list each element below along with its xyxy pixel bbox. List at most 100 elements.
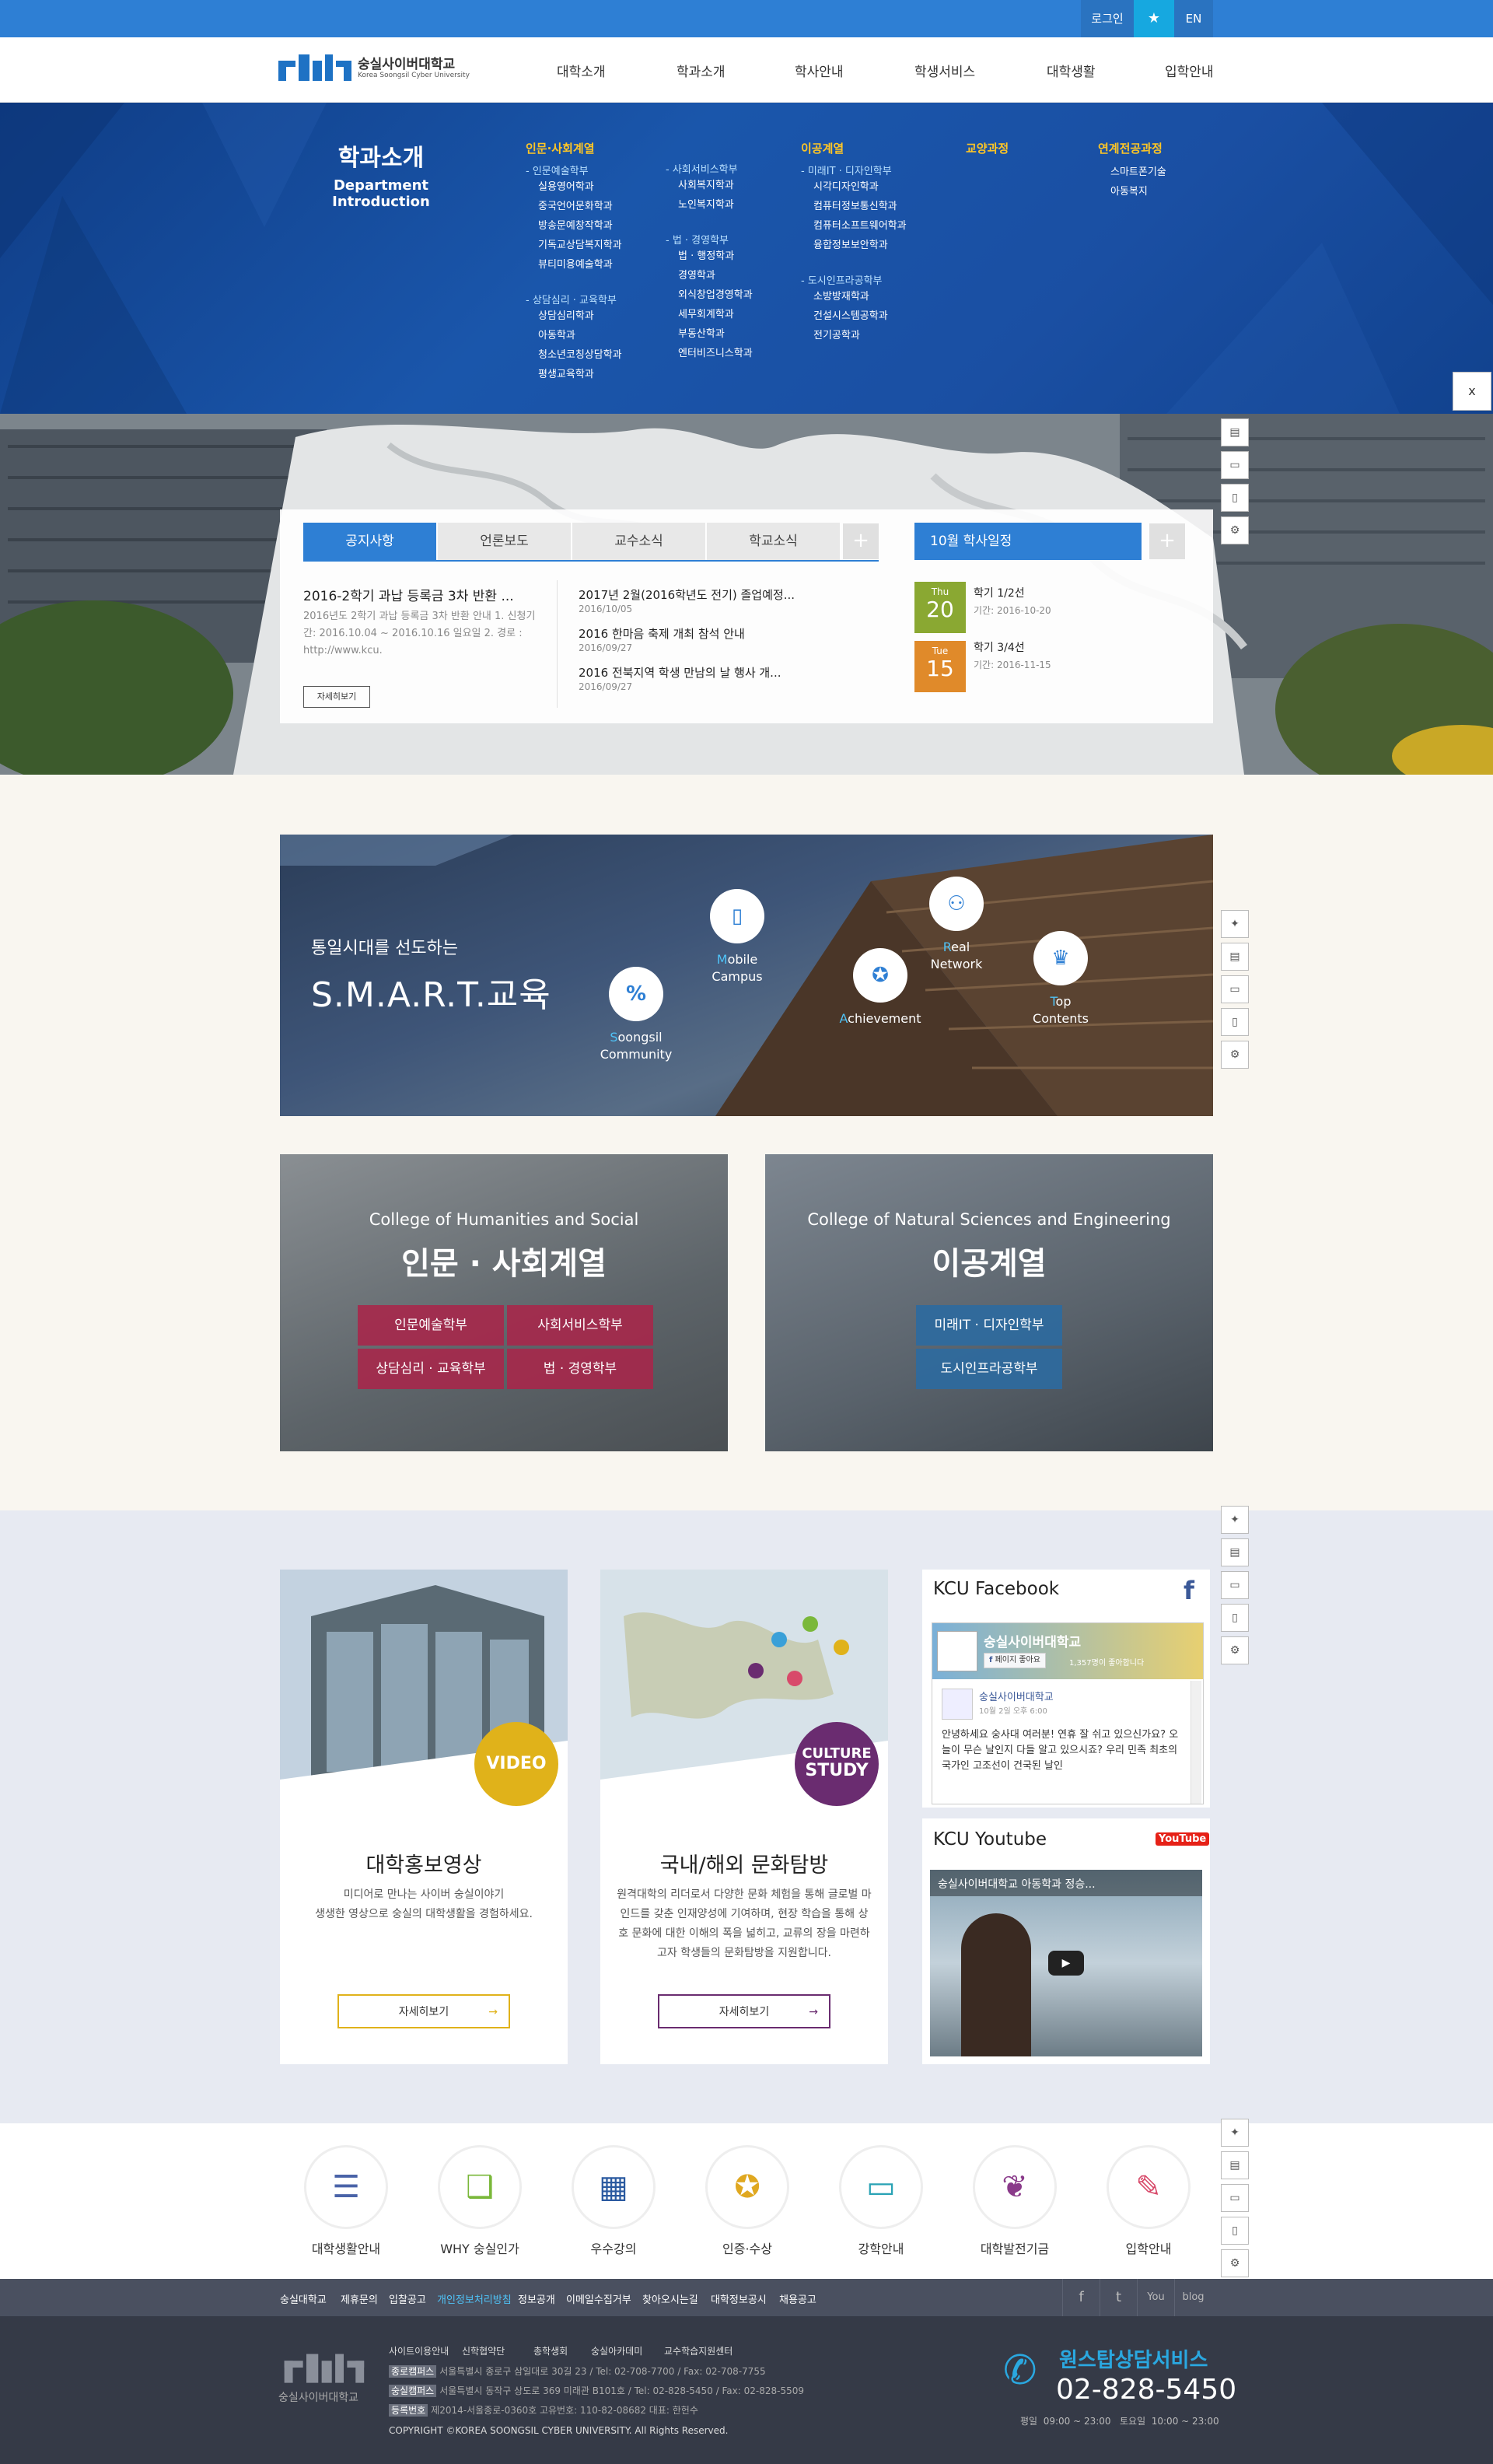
mega-group-heading[interactable]: - 사회서비스학부: [666, 161, 806, 176]
notice-item-title[interactable]: 2017년 2월(2016학년도 전기) 졸업예정...: [579, 586, 795, 603]
tab-press[interactable]: 언론보도: [438, 523, 572, 560]
youtube-video-player[interactable]: 숭실사이버대학교 아동학과 정승... ▶: [930, 1870, 1202, 2056]
footer-site-link[interactable]: 교수학습지원센터: [664, 2344, 733, 2357]
nav-student-services[interactable]: 학생서비스: [914, 61, 975, 80]
facebook-embed[interactable]: 숭실사이버대학교 f 페이지 좋아요 1,357명이 좋아합니다 숭실사이버대학…: [932, 1622, 1204, 1804]
side-mobile-button[interactable]: ▯: [1221, 484, 1249, 512]
smart-item[interactable]: % Soongsil Community: [589, 967, 683, 1063]
mega-menu-item[interactable]: 외식창업경영학과: [666, 285, 806, 305]
smart-item[interactable]: ♛ Top Contents: [1014, 931, 1107, 1027]
mega-menu-item[interactable]: 방송문예창작학과: [526, 216, 666, 236]
mega-menu-item[interactable]: 청소년코칭상담학과: [526, 345, 666, 365]
mega-menu-item[interactable]: 스마트폰기술: [1098, 163, 1238, 182]
youtube-social-icon[interactable]: You: [1137, 2279, 1174, 2316]
mega-menu-item[interactable]: 중국언어문화학과: [526, 197, 666, 216]
notice-item-title[interactable]: 2016 전북지역 학생 만남의 날 행사 개...: [579, 664, 781, 681]
notice-item-title[interactable]: 2016 한마음 축제 개최 참석 안내: [579, 625, 745, 642]
mega-menu-item[interactable]: 아동학과: [526, 326, 666, 345]
mega-menu-item[interactable]: 아동복지: [1098, 182, 1238, 201]
footer-link[interactable]: 제휴문의: [341, 2291, 378, 2306]
mega-menu-item[interactable]: 융합정보보안학과: [801, 236, 941, 255]
nav-about[interactable]: 대학소개: [557, 61, 606, 80]
college-engineering-card[interactable]: College of Natural Sciences and Engineer…: [765, 1154, 1213, 1451]
quick-link-item[interactable]: ✎ 입학안내: [1090, 2145, 1207, 2257]
side-doc-button[interactable]: ▤: [1221, 2151, 1249, 2179]
mega-menu-item[interactable]: 부동산학과: [666, 324, 806, 344]
college-dept-button[interactable]: 상담심리 · 교육학부: [358, 1349, 504, 1389]
culture-more-button[interactable]: 자세히보기 →: [658, 1994, 830, 2028]
facebook-scrollbar[interactable]: [1191, 1681, 1201, 1804]
side-mobile-button[interactable]: ▯: [1221, 1604, 1249, 1632]
youtube-logo-icon[interactable]: YouTube: [1156, 1832, 1210, 1846]
mega-column-heading[interactable]: 교양과정: [966, 140, 1106, 156]
footer-link[interactable]: 찾아오시는길: [642, 2291, 698, 2306]
consult-phone-number[interactable]: 02-828-5450: [1056, 2374, 1236, 2406]
side-idea-button[interactable]: ✦: [1221, 2119, 1249, 2147]
featured-more-button[interactable]: 자세히보기: [303, 686, 370, 708]
play-icon[interactable]: ▶: [1048, 1951, 1084, 1976]
footer-site-link[interactable]: 신학협약단: [462, 2344, 505, 2357]
mega-menu-item[interactable]: 뷰티미용예술학과: [526, 255, 666, 275]
footer-link[interactable]: 대학정보공시: [711, 2291, 767, 2306]
login-link[interactable]: 로그인: [1081, 0, 1134, 37]
mega-menu-item[interactable]: 전기공학과: [801, 326, 941, 345]
nav-campus-life[interactable]: 대학생활: [1047, 61, 1096, 80]
side-mobile-button[interactable]: ▯: [1221, 2217, 1249, 2245]
mega-menu-item[interactable]: 컴퓨터정보통신학과: [801, 197, 941, 216]
side-mobile-button[interactable]: ▯: [1221, 1008, 1249, 1036]
university-logo[interactable]: 숭실사이버대학교 Korea Soongsil Cyber University: [278, 50, 481, 92]
college-dept-button[interactable]: 사회서비스학부: [507, 1305, 653, 1346]
mega-menu-item[interactable]: 상담심리학과: [526, 306, 666, 326]
mega-group-heading[interactable]: - 도시인프라공학부: [801, 272, 941, 287]
footer-link[interactable]: 개인정보처리방침: [437, 2291, 512, 2306]
footer-site-link[interactable]: 숭실아카데미: [591, 2344, 642, 2357]
mega-group-heading[interactable]: - 미래IT · 디자인학부: [801, 163, 941, 177]
featured-notice-title[interactable]: 2016-2학기 과납 등록금 3차 반환 ...: [303, 585, 537, 604]
side-doc-button[interactable]: ▤: [1221, 943, 1249, 971]
college-dept-button[interactable]: 인문예술학부: [358, 1305, 504, 1346]
schedule-title[interactable]: 10월 학사일정: [914, 523, 1142, 560]
side-settings-button[interactable]: ⚙: [1221, 516, 1249, 544]
video-more-button[interactable]: 자세히보기 →: [337, 1994, 510, 2028]
smart-item[interactable]: ▯ Mobile Campus: [691, 889, 784, 985]
mega-group-heading[interactable]: - 법 · 경영학부: [666, 232, 806, 247]
college-dept-button[interactable]: 도시인프라공학부: [916, 1349, 1062, 1389]
mega-menu-item[interactable]: 법 · 행정학과: [666, 247, 806, 266]
lang-en-link[interactable]: EN: [1174, 0, 1213, 37]
mega-menu-item[interactable]: 평생교육학과: [526, 365, 666, 384]
side-idea-button[interactable]: ✦: [1221, 910, 1249, 938]
schedule-more-button[interactable]: +: [1149, 523, 1185, 559]
side-monitor-button[interactable]: ▭: [1221, 975, 1249, 1003]
mega-menu-item[interactable]: 노인복지학과: [666, 195, 806, 215]
side-monitor-button[interactable]: ▭: [1221, 1571, 1249, 1599]
schedule-event[interactable]: Tue 15: [914, 641, 966, 692]
quick-link-item[interactable]: ❑ WHY 숭실인가: [421, 2145, 538, 2257]
footer-link[interactable]: 정보공개: [518, 2291, 555, 2306]
mega-column-heading[interactable]: 연계전공과정: [1098, 140, 1238, 156]
mega-column-heading[interactable]: 이공계열: [801, 140, 941, 156]
side-doc-button[interactable]: ▤: [1221, 418, 1249, 446]
side-doc-button[interactable]: ▤: [1221, 1538, 1249, 1566]
footer-link[interactable]: 입찰공고: [389, 2291, 426, 2306]
side-idea-button[interactable]: ✦: [1221, 1506, 1249, 1534]
side-settings-button[interactable]: ⚙: [1221, 1636, 1249, 1664]
smart-item[interactable]: ⚇ Real Network: [910, 877, 1003, 973]
college-dept-button[interactable]: 법 · 경영학부: [507, 1349, 653, 1389]
favorite-button[interactable]: ★: [1134, 0, 1174, 37]
side-settings-button[interactable]: ⚙: [1221, 2249, 1249, 2277]
smart-education-banner[interactable]: 통일시대를 선도하는 S.M.A.R.T.교육 % Soongsil Communi…: [280, 835, 1213, 1116]
footer-link[interactable]: 이메일수집거부: [566, 2291, 631, 2306]
nav-academics[interactable]: 학사안내: [795, 61, 844, 80]
footer-site-link[interactable]: 사이트이용안내: [389, 2344, 449, 2357]
mega-menu-item[interactable]: 소방방재학과: [801, 287, 941, 306]
mega-menu-item[interactable]: 실용영어학과: [526, 177, 666, 197]
schedule-event[interactable]: Thu 20: [914, 582, 966, 633]
mega-menu-item[interactable]: 시각디자인학과: [801, 177, 941, 197]
twitter-social-icon[interactable]: t: [1100, 2279, 1137, 2316]
footer-site-link[interactable]: 총학생회: [533, 2344, 568, 2357]
mega-menu-item[interactable]: 컴퓨터소프트웨어학과: [801, 216, 941, 236]
side-monitor-button[interactable]: ▭: [1221, 2184, 1249, 2212]
facebook-like-button[interactable]: f 페이지 좋아요: [984, 1653, 1046, 1668]
footer-link[interactable]: 채용공고: [779, 2291, 816, 2306]
tab-school-news[interactable]: 학교소식: [707, 523, 841, 560]
